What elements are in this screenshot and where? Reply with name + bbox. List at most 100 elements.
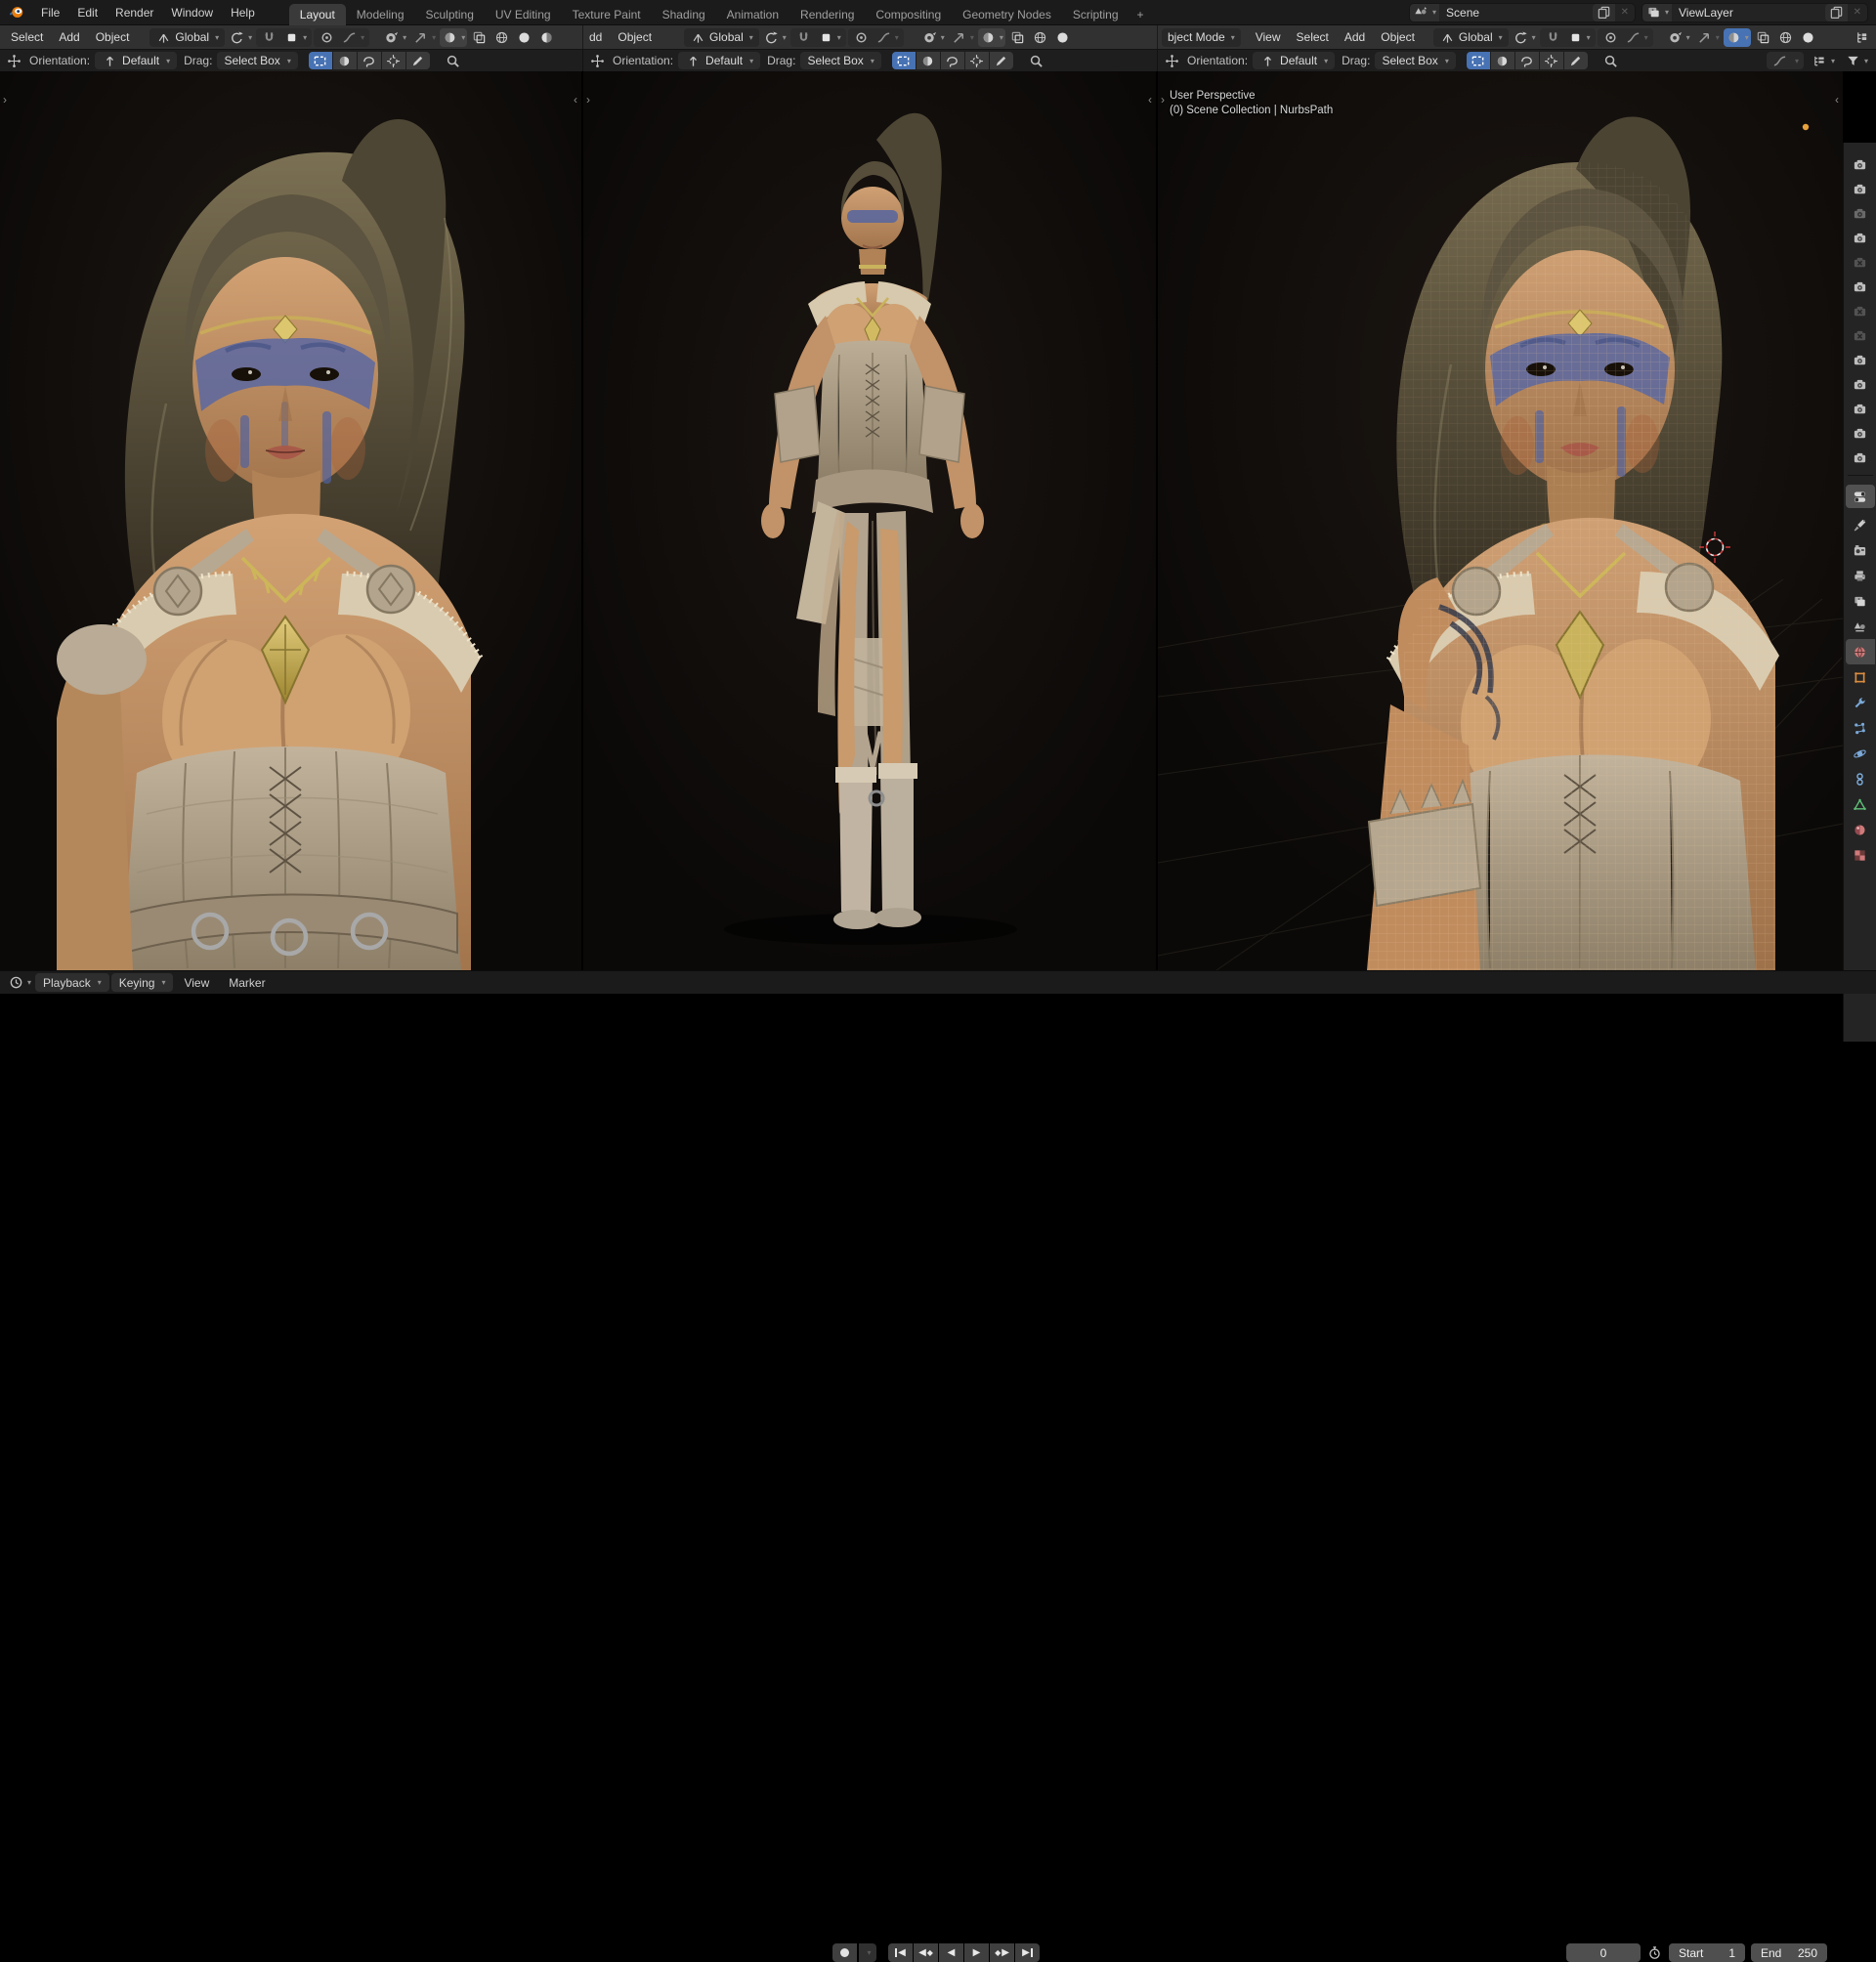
- unlink-scene-button[interactable]: ✕: [1615, 7, 1635, 18]
- vp3-gizmos-button[interactable]: [1694, 28, 1722, 47]
- snap-target-button[interactable]: [816, 28, 843, 47]
- properties-tab-constraints[interactable]: [1846, 766, 1875, 791]
- vp3-pivot-point[interactable]: [1511, 28, 1538, 47]
- outliner-camera-toggle[interactable]: [1847, 446, 1874, 470]
- vp1-shading-material[interactable]: [536, 28, 557, 47]
- outliner-camera-toggle[interactable]: [1847, 177, 1874, 201]
- properties-tab-world[interactable]: [1845, 639, 1875, 664]
- auto-keying-record-button[interactable]: [832, 1943, 857, 1962]
- new-viewlayer-button[interactable]: [1824, 3, 1848, 21]
- outliner-collapsed-button[interactable]: [1766, 52, 1804, 69]
- select-lasso-icon[interactable]: [357, 52, 381, 69]
- snap-magnet-icon[interactable]: [259, 28, 279, 47]
- workspace-tab-shading[interactable]: Shading: [652, 4, 716, 25]
- vp1-overlays-button[interactable]: [440, 27, 468, 47]
- workspace-tab-uv-editing[interactable]: UV Editing: [485, 4, 562, 25]
- outliner-camera-toggle[interactable]: [1847, 299, 1874, 323]
- menu-window[interactable]: Window: [162, 0, 222, 25]
- vp2-shading-solid[interactable]: [1052, 28, 1073, 47]
- vp3-visibility-button[interactable]: [1665, 28, 1692, 47]
- new-scene-button[interactable]: [1592, 3, 1615, 21]
- vp1-menu-object[interactable]: Object: [89, 30, 137, 44]
- vp2-menu-object[interactable]: Object: [611, 30, 659, 44]
- outliner-editor-type-icon[interactable]: [1852, 28, 1872, 47]
- playback-menu[interactable]: Playback: [35, 973, 109, 992]
- properties-tab-output[interactable]: [1846, 563, 1875, 588]
- vp1-visibility-button[interactable]: [381, 28, 408, 47]
- viewport-2[interactable]: › ‹: [583, 71, 1156, 970]
- outliner-camera-toggle[interactable]: [1847, 323, 1874, 348]
- vp2-overlays-button[interactable]: [977, 27, 1005, 47]
- properties-tab-material[interactable]: [1846, 817, 1875, 842]
- sidebar-expand-chevron[interactable]: ‹: [1835, 93, 1839, 107]
- vp1-xray-toggle[interactable]: [469, 28, 490, 47]
- viewlayer-name[interactable]: ViewLayer: [1672, 6, 1825, 20]
- vp1-menu-add[interactable]: Add: [52, 30, 86, 44]
- proportional-falloff-button[interactable]: [1623, 28, 1650, 47]
- properties-tab-object-data[interactable]: [1846, 791, 1875, 817]
- properties-tab-tool[interactable]: [1846, 512, 1875, 537]
- properties-tab-texture[interactable]: [1846, 842, 1875, 868]
- vp2-drag-dropdown[interactable]: Select Box: [800, 52, 881, 69]
- workspace-tab-modeling[interactable]: Modeling: [346, 4, 415, 25]
- previous-keyframe-button[interactable]: ◀ ◆: [914, 1943, 938, 1962]
- vp2-menu-add-clipped[interactable]: dd: [587, 30, 609, 44]
- vp3-menu-add[interactable]: Add: [1338, 30, 1372, 44]
- select-box-icon[interactable]: [1466, 52, 1490, 69]
- vp2-visibility-button[interactable]: [919, 28, 947, 47]
- cursor-tool-icon[interactable]: [381, 52, 405, 69]
- vp1-drag-dropdown[interactable]: Select Box: [217, 52, 298, 69]
- keying-menu[interactable]: Keying: [110, 973, 174, 992]
- vp2-transform-orientation[interactable]: Global: [684, 27, 759, 47]
- vp3-menu-select[interactable]: Select: [1290, 30, 1336, 44]
- outliner-camera-toggle[interactable]: [1847, 397, 1874, 421]
- vp3-shading-solid[interactable]: [1798, 28, 1818, 47]
- workspace-tab-scripting[interactable]: Scripting: [1062, 4, 1130, 25]
- properties-tab-render[interactable]: [1846, 537, 1875, 563]
- vp3-menu-object[interactable]: Object: [1374, 30, 1422, 44]
- vp2-shading-wireframe[interactable]: [1030, 28, 1050, 47]
- vp3-transform-orientation[interactable]: Global: [1432, 27, 1509, 47]
- proportional-edit-icon[interactable]: [1600, 28, 1621, 47]
- vp2-pivot-point[interactable]: [761, 28, 789, 47]
- outliner-camera-toggle[interactable]: [1847, 226, 1874, 250]
- toolbar-expand-chevron[interactable]: ›: [1161, 93, 1165, 107]
- outliner-camera-toggle[interactable]: [1847, 152, 1874, 177]
- vp2-gizmos-button[interactable]: [949, 28, 976, 47]
- auto-keying-dropdown[interactable]: [859, 1943, 876, 1962]
- vp3-menu-view[interactable]: View: [1249, 30, 1288, 44]
- vp3-shading-wireframe[interactable]: [1775, 28, 1796, 47]
- viewport-1[interactable]: › ‹: [0, 71, 581, 970]
- proportional-edit-icon[interactable]: [317, 28, 337, 47]
- vp1-shading-wireframe[interactable]: [491, 28, 512, 47]
- viewlayer-browse-button[interactable]: [1642, 3, 1673, 21]
- outliner-camera-toggle[interactable]: [1847, 372, 1874, 397]
- scene-browse-button[interactable]: [1410, 3, 1440, 21]
- properties-tab-physics[interactable]: [1846, 741, 1875, 766]
- vp1-shading-solid[interactable]: [514, 28, 534, 47]
- jump-to-start-button[interactable]: ◀: [888, 1943, 913, 1962]
- menu-file[interactable]: File: [32, 0, 68, 25]
- select-box-icon[interactable]: [891, 52, 916, 69]
- workspace-tab-layout[interactable]: Layout: [288, 3, 346, 25]
- outliner-camera-toggle[interactable]: [1847, 421, 1874, 446]
- properties-tab-object[interactable]: [1846, 664, 1875, 690]
- outliner-camera-toggle[interactable]: [1847, 348, 1874, 372]
- marker-menu[interactable]: Marker: [220, 976, 274, 990]
- scene-name[interactable]: Scene: [1439, 6, 1593, 20]
- vp3-mode-selector[interactable]: bject Mode: [1162, 27, 1241, 47]
- vp1-pivot-point[interactable]: [227, 28, 254, 47]
- annotate-tool-icon[interactable]: [405, 52, 430, 69]
- view-menu[interactable]: View: [175, 976, 218, 990]
- select-circle-icon[interactable]: [916, 52, 940, 69]
- properties-tab-modifiers[interactable]: [1846, 690, 1875, 715]
- proportional-edit-icon[interactable]: [851, 28, 872, 47]
- annotate-tool-icon[interactable]: [1563, 52, 1588, 69]
- outliner-camera-toggle[interactable]: [1847, 275, 1874, 299]
- sidebar-expand-chevron[interactable]: ‹: [1148, 93, 1152, 107]
- properties-editor-icon[interactable]: [1845, 485, 1875, 508]
- properties-tab-scene[interactable]: [1846, 614, 1875, 639]
- snap-magnet-icon[interactable]: [793, 28, 814, 47]
- viewport-3[interactable]: › ‹ User Perspective (0) Scene Collectio…: [1158, 71, 1843, 970]
- add-workspace-button[interactable]: +: [1130, 4, 1152, 25]
